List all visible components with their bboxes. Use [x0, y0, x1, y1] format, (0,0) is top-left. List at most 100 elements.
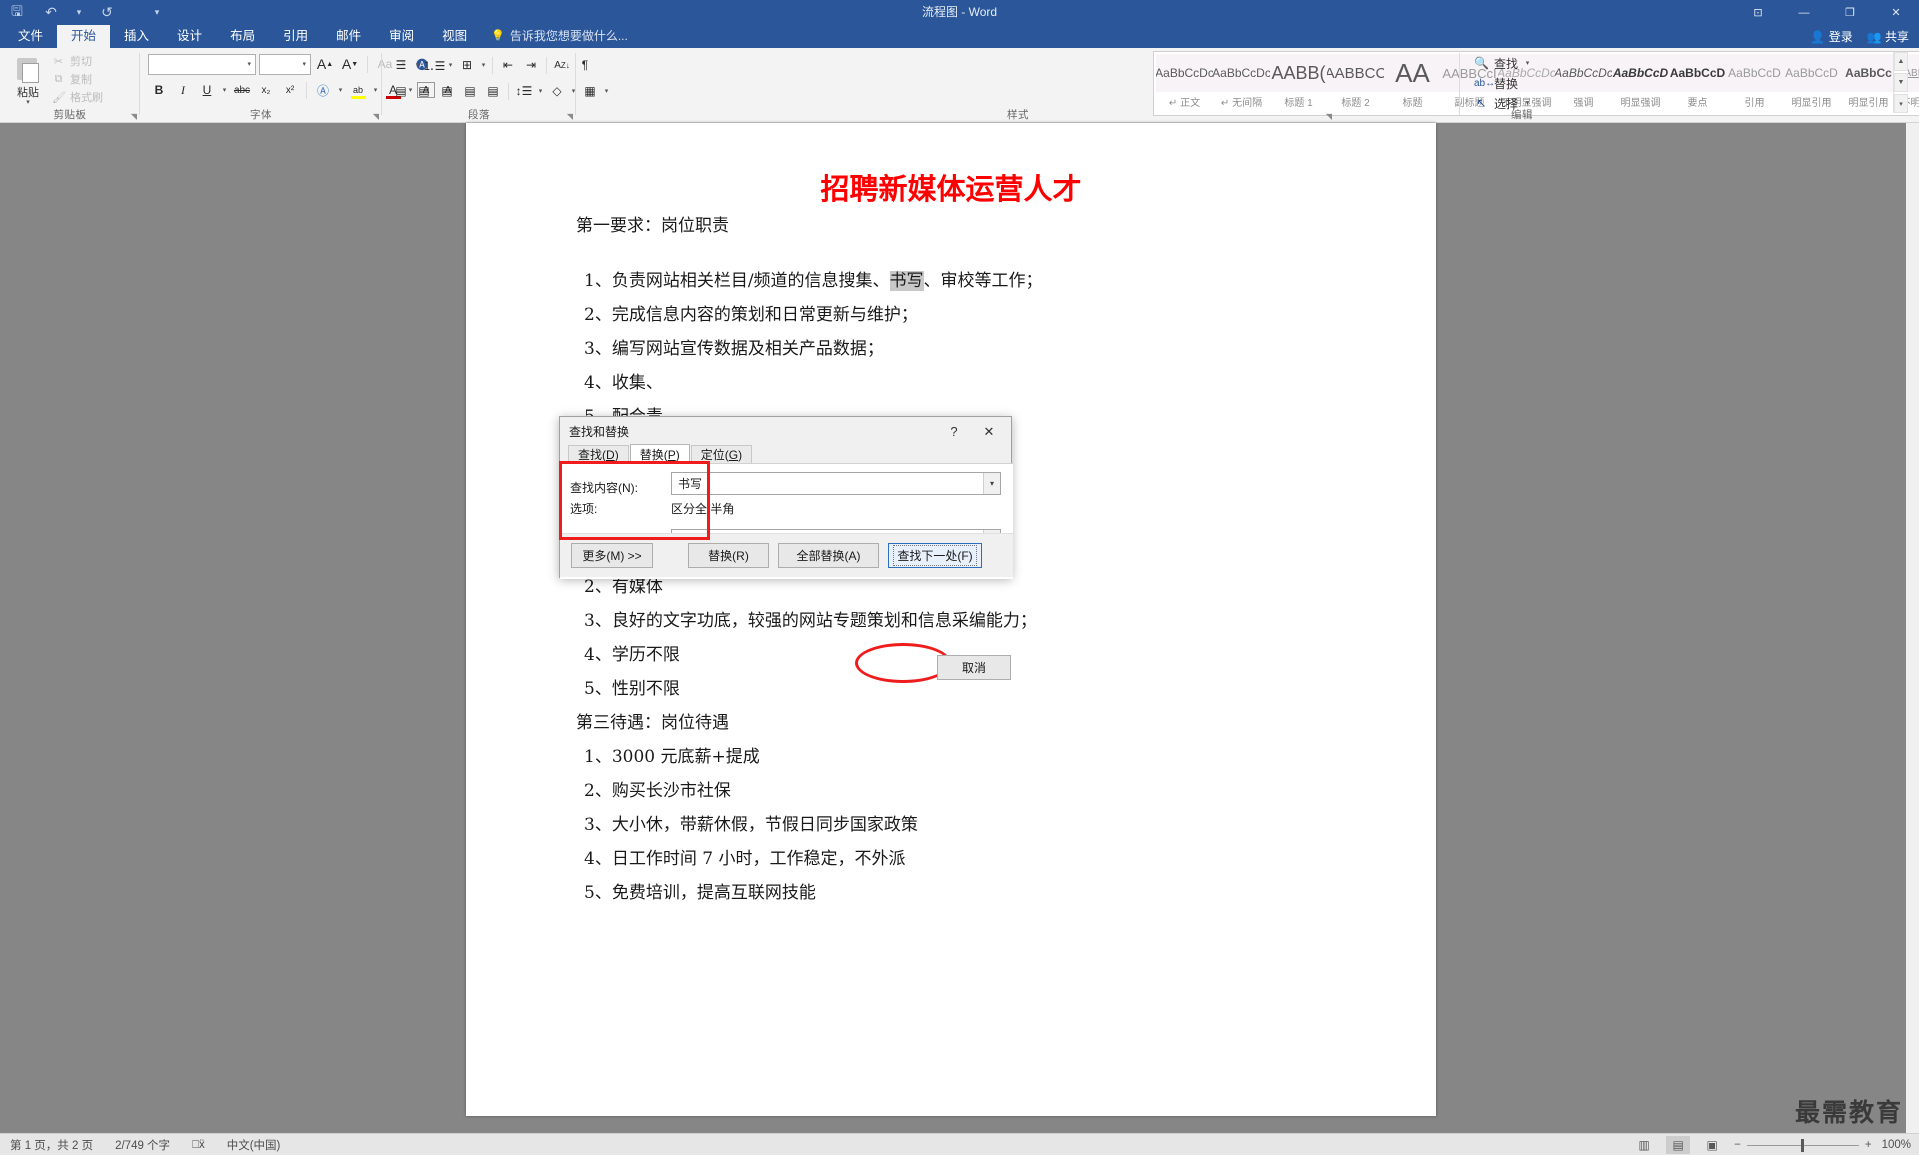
select-caret-icon[interactable]: ▾ [1523, 99, 1532, 107]
vertical-scrollbar[interactable] [1906, 123, 1919, 1133]
tab-design[interactable]: 设计 [163, 25, 216, 48]
grow-font-icon[interactable]: A▲ [314, 53, 336, 75]
style-item-11[interactable]: AaBbCcD明显引用 [1783, 54, 1840, 112]
distribute-icon[interactable]: ▤ [482, 80, 504, 102]
numbering-icon[interactable]: ⒈☰ [423, 54, 445, 76]
language-indicator[interactable]: 中文(中国) [227, 1137, 281, 1153]
styles-dialog-launcher[interactable]: ◥ [1326, 112, 1332, 121]
zoom-out-button[interactable]: − [1734, 1139, 1741, 1151]
format-painter-icon: 🖌 [52, 91, 65, 104]
multilevel-list-icon[interactable]: ⊞ [456, 54, 478, 76]
styles-scroll-up-icon[interactable]: ▲ [1894, 52, 1908, 71]
zoom-thumb[interactable] [1801, 1139, 1804, 1152]
align-center-icon[interactable]: ▤ [413, 80, 435, 102]
bullets-icon[interactable]: ☰ [390, 54, 412, 76]
print-layout-icon[interactable]: ▤ [1666, 1136, 1690, 1154]
strikethrough-icon[interactable]: abc [231, 79, 253, 101]
paragraph-dialog-launcher[interactable]: ◥ [567, 112, 573, 121]
shrink-font-icon[interactable]: A▼ [339, 53, 361, 75]
decrease-indent-icon[interactable]: ⇤ [497, 54, 519, 76]
styles-more-icon[interactable]: ▾ [1894, 94, 1908, 113]
help-icon[interactable]: ? [941, 421, 967, 442]
style-item-2[interactable]: AABB(标题 1 [1270, 54, 1327, 112]
sort-icon[interactable]: AZ↓ [551, 54, 573, 76]
tab-file[interactable]: 文件 [4, 25, 57, 48]
dialog-close-icon[interactable]: ✕ [971, 421, 1007, 442]
subscript-icon[interactable]: x₂ [255, 79, 277, 101]
sign-in-link[interactable]: 👤 登录 [1810, 28, 1852, 45]
find-and-replace-dialog[interactable]: 查找和替换 ? ✕ 查找(D) 替换(P) 定位(G) 查找内容(N): 书写 … [559, 416, 1012, 578]
text-effects-icon[interactable]: Ⓐ [312, 79, 334, 101]
styles-gallery-scroll[interactable]: ▲ ▼ ▾ [1893, 52, 1908, 113]
page-indicator[interactable]: 第 1 页，共 2 页 [10, 1137, 93, 1153]
tab-replace[interactable]: 替换(P) [630, 444, 690, 464]
style-item-4[interactable]: AA标题 [1384, 54, 1441, 112]
document-page[interactable]: 招聘新媒体运营人才 第一要求：岗位职责1、负责网站相关栏目/频道的信息搜集、书写… [466, 123, 1436, 1116]
group-label-clipboard: 剪贴板 [0, 107, 140, 122]
restore-icon[interactable]: ❐ [1827, 0, 1873, 25]
font-dialog-launcher[interactable]: ◥ [373, 112, 379, 121]
tab-view[interactable]: 视图 [428, 25, 481, 48]
web-layout-icon[interactable]: ▣ [1700, 1136, 1724, 1154]
dialog-title-bar[interactable]: 查找和替换 ? ✕ [560, 417, 1011, 444]
zoom-track[interactable] [1747, 1145, 1859, 1146]
bold-icon[interactable]: B [148, 79, 170, 101]
style-item-12[interactable]: AaBbCc明显引用 [1840, 54, 1897, 112]
cancel-button[interactable]: 取消 [937, 655, 1011, 680]
style-item-1[interactable]: AaBbCcDc↵ 无间隔 [1213, 54, 1270, 112]
italic-icon[interactable]: I [172, 79, 194, 101]
find-what-dropdown-icon[interactable]: ▾ [983, 473, 1000, 494]
align-left-icon[interactable]: ▤ [390, 80, 412, 102]
minimize-icon[interactable]: — [1781, 0, 1827, 25]
style-item-0[interactable]: AaBbCcDc↵ 正文 [1156, 54, 1213, 112]
paste-button[interactable]: 粘贴 ▾ [6, 52, 50, 108]
superscript-icon[interactable]: x² [279, 79, 301, 101]
tab-home[interactable]: 开始 [57, 25, 110, 48]
more-button[interactable]: 更多(M) >> [571, 543, 653, 568]
document-workspace[interactable]: 招聘新媒体运营人才 第一要求：岗位职责1、负责网站相关栏目/频道的信息搜集、书写… [0, 123, 1919, 1133]
find-button[interactable]: 🔍 查找 ▾ [1474, 53, 1532, 73]
word-count[interactable]: 2/749 个字 [115, 1137, 170, 1153]
text-highlight-color-icon[interactable]: ab [347, 79, 369, 101]
copy-button[interactable]: ⧉ 复制 [52, 70, 130, 88]
tab-find[interactable]: 查找(D) [568, 445, 629, 464]
tab-goto[interactable]: 定位(G) [691, 445, 752, 464]
zoom-slider[interactable]: − + [1734, 1139, 1871, 1151]
close-icon[interactable]: ✕ [1873, 0, 1919, 25]
shading-icon[interactable]: ◇ [546, 80, 568, 102]
share-button[interactable]: 👥 共享 [1867, 28, 1909, 45]
zoom-level[interactable]: 100% [1882, 1139, 1911, 1151]
clipboard-dialog-launcher[interactable]: ◥ [131, 112, 137, 121]
replace-button[interactable]: ab↔ 替换 [1474, 73, 1532, 93]
paste-caret-icon[interactable]: ▾ [26, 100, 30, 106]
style-item-3[interactable]: AABBCC标题 2 [1327, 54, 1384, 112]
justify-icon[interactable]: ▤ [459, 80, 481, 102]
tell-me-box[interactable]: 💡 告诉我您想要做什么... [481, 25, 638, 48]
read-mode-icon[interactable]: ▥ [1632, 1136, 1656, 1154]
zoom-in-button[interactable]: + [1865, 1139, 1872, 1151]
tab-layout[interactable]: 布局 [216, 25, 269, 48]
tab-mailings[interactable]: 邮件 [322, 25, 375, 48]
style-item-10[interactable]: AaBbCcD引用 [1726, 54, 1783, 112]
proofing-errors-icon[interactable]: ⎕ẍ [192, 1139, 205, 1152]
ribbon-display-options-icon[interactable]: ⊡ [1735, 0, 1781, 25]
style-item-9[interactable]: AaBbCcD要点 [1669, 54, 1726, 112]
underline-icon[interactable]: U [196, 79, 218, 101]
increase-indent-icon[interactable]: ⇥ [520, 54, 542, 76]
styles-scroll-down-icon[interactable]: ▼ [1894, 73, 1908, 92]
replace-all-button[interactable]: 全部替换(A) [778, 543, 879, 568]
format-painter-button[interactable]: 🖌 格式刷 [52, 88, 130, 106]
tab-references[interactable]: 引用 [269, 25, 322, 48]
cut-button[interactable]: ✂ 剪切 [52, 52, 130, 70]
replace-button-dialog[interactable]: 替换(R) [688, 543, 769, 568]
font-size-combo[interactable]: ▾ [259, 54, 311, 75]
find-caret-icon[interactable]: ▾ [1523, 59, 1532, 67]
tab-review[interactable]: 审阅 [375, 25, 428, 48]
align-right-icon[interactable]: ▤ [436, 80, 458, 102]
find-next-button[interactable]: 查找下一处(F) [888, 543, 982, 568]
style-item-8[interactable]: AaBbCcD明显强调 [1612, 54, 1669, 112]
font-name-combo[interactable]: ▾ [148, 54, 256, 75]
find-what-input[interactable]: 书写 ▾ [671, 472, 1001, 495]
tab-insert[interactable]: 插入 [110, 25, 163, 48]
line-spacing-icon[interactable]: ↕☰ [513, 80, 535, 102]
